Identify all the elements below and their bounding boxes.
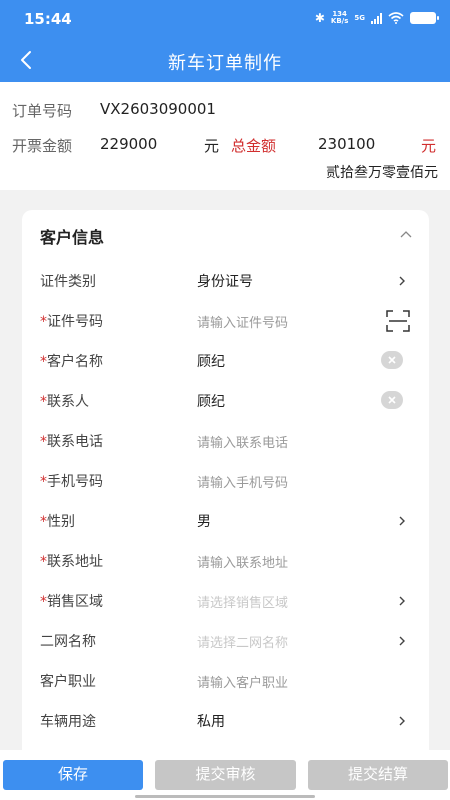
chevron-right-icon xyxy=(399,596,405,606)
field-label: 客户职业 xyxy=(40,671,96,691)
required-mark: * xyxy=(40,354,47,370)
required-mark: * xyxy=(40,434,47,450)
chevron-right-icon xyxy=(399,716,405,726)
order-summary: 订单号码 VX2603090001 开票金额 229000 元 总金额 2301… xyxy=(0,82,450,190)
invoice-amount-unit: 元 xyxy=(204,137,220,155)
form-row[interactable]: *客户名称 顾纪 xyxy=(22,341,429,381)
field-placeholder[interactable]: 请输入联系电话 xyxy=(197,432,288,451)
field-label: *性别 xyxy=(40,511,75,531)
form-row[interactable]: 证件类别 身份证号 xyxy=(22,261,429,301)
field-label: 车辆用途 xyxy=(40,711,96,731)
field-label-text: 客户名称 xyxy=(47,354,103,370)
bluetooth-icon: ✱ xyxy=(314,11,325,25)
field-label-text: 车辆用途 xyxy=(40,714,96,730)
field-value[interactable]: 顾纪 xyxy=(197,391,225,411)
field-label: *销售区域 xyxy=(40,591,103,611)
field-label-text: 销售区域 xyxy=(47,594,103,610)
required-mark: * xyxy=(40,314,47,330)
field-label-text: 证件类别 xyxy=(40,274,96,290)
battery-icon xyxy=(410,12,439,24)
order-number-value: VX2603090001 xyxy=(100,100,216,118)
status-time: 15:44 xyxy=(24,10,72,28)
total-amount-value: 230100 xyxy=(318,135,376,153)
field-value[interactable]: 男 xyxy=(197,511,211,531)
field-label: *证件号码 xyxy=(40,311,103,331)
form-row[interactable]: *联系电话 请输入联系电话 xyxy=(22,421,429,461)
field-label: *联系人 xyxy=(40,391,89,411)
scan-icon[interactable] xyxy=(385,309,411,333)
form-row[interactable]: 二网名称 请选择二网名称 xyxy=(22,621,429,661)
form-row[interactable]: 车辆用途 私用 xyxy=(22,701,429,741)
net-speed-unit: KB/s xyxy=(330,17,349,25)
chevron-right-icon xyxy=(399,276,405,286)
field-label-text: 性别 xyxy=(47,514,75,530)
action-bar: 保存 提交审核 提交结算 xyxy=(0,750,450,800)
field-placeholder[interactable]: 请输入手机号码 xyxy=(197,472,288,491)
page-title: 新车订单制作 xyxy=(168,53,282,74)
required-mark: * xyxy=(40,474,47,490)
field-label: *客户名称 xyxy=(40,351,103,371)
required-mark: * xyxy=(40,594,47,610)
field-label-text: 客户职业 xyxy=(40,674,96,690)
nav-bar: 新车订单制作 xyxy=(0,38,450,82)
field-placeholder[interactable]: 请输入证件号码 xyxy=(197,312,288,331)
net-type: 5G xyxy=(354,14,365,22)
invoice-amount-label: 开票金额 xyxy=(12,137,73,155)
submit-settle-button[interactable]: 提交结算 xyxy=(308,760,448,790)
field-placeholder[interactable]: 请选择销售区域 xyxy=(197,592,288,611)
field-label-text: 联系人 xyxy=(47,394,89,410)
card-title: 客户信息 xyxy=(40,228,105,247)
chevron-right-icon xyxy=(399,636,405,646)
save-button[interactable]: 保存 xyxy=(3,760,143,790)
home-indicator xyxy=(135,795,315,798)
order-number-label: 订单号码 xyxy=(12,102,73,120)
net-speed: 134 KB/s xyxy=(331,11,348,25)
form-row[interactable]: 客户职业 请输入客户职业 xyxy=(22,661,429,701)
field-label: 证件类别 xyxy=(40,271,96,291)
required-mark: * xyxy=(40,394,47,410)
field-label: *联系电话 xyxy=(40,431,103,451)
field-placeholder[interactable]: 请输入联系地址 xyxy=(197,552,288,571)
chevron-up-icon[interactable] xyxy=(397,226,415,244)
status-bar: 15:44 ✱ 134 KB/s 5G xyxy=(0,0,450,38)
form-row[interactable]: *销售区域 请选择销售区域 xyxy=(22,581,429,621)
customer-info-card: 客户信息 证件类别 身份证号 *证件号码 请输入证件号码 *客户名称 顾纪 *联系人 顾纪 *联… xyxy=(22,210,429,770)
form-row[interactable]: *联系地址 请输入联系地址 xyxy=(22,541,429,581)
field-label-text: 联系电话 xyxy=(47,434,103,450)
clear-icon[interactable] xyxy=(381,391,403,409)
invoice-amount-value: 229000 xyxy=(100,135,158,153)
required-mark: * xyxy=(40,514,47,530)
total-amount-label: 总金额 xyxy=(231,137,277,155)
field-label: *手机号码 xyxy=(40,471,103,491)
field-label: 二网名称 xyxy=(40,631,96,651)
total-amount-unit: 元 xyxy=(421,137,437,155)
field-label-text: 手机号码 xyxy=(47,474,103,490)
signal-icon xyxy=(371,12,382,24)
field-label: *联系地址 xyxy=(40,551,103,571)
field-placeholder[interactable]: 请选择二网名称 xyxy=(197,632,288,651)
total-amount-capital: 贰拾叁万零壹佰元 xyxy=(326,165,438,181)
field-value[interactable]: 顾纪 xyxy=(197,351,225,371)
form-row[interactable]: *证件号码 请输入证件号码 xyxy=(22,301,429,341)
field-value[interactable]: 身份证号 xyxy=(197,271,253,291)
status-icons: ✱ 134 KB/s 5G xyxy=(314,11,439,25)
clear-icon[interactable] xyxy=(381,351,403,369)
field-label-text: 证件号码 xyxy=(47,314,103,330)
required-mark: * xyxy=(40,554,47,570)
submit-review-button[interactable]: 提交审核 xyxy=(155,760,296,790)
field-placeholder[interactable]: 请输入客户职业 xyxy=(197,672,288,691)
chevron-right-icon xyxy=(399,516,405,526)
field-value[interactable]: 私用 xyxy=(197,711,225,731)
field-label-text: 二网名称 xyxy=(40,634,96,650)
form-row[interactable]: *手机号码 请输入手机号码 xyxy=(22,461,429,501)
form-row[interactable]: *性别 男 xyxy=(22,501,429,541)
form-row[interactable]: *联系人 顾纪 xyxy=(22,381,429,421)
field-label-text: 联系地址 xyxy=(47,554,103,570)
wifi-icon xyxy=(388,12,404,24)
